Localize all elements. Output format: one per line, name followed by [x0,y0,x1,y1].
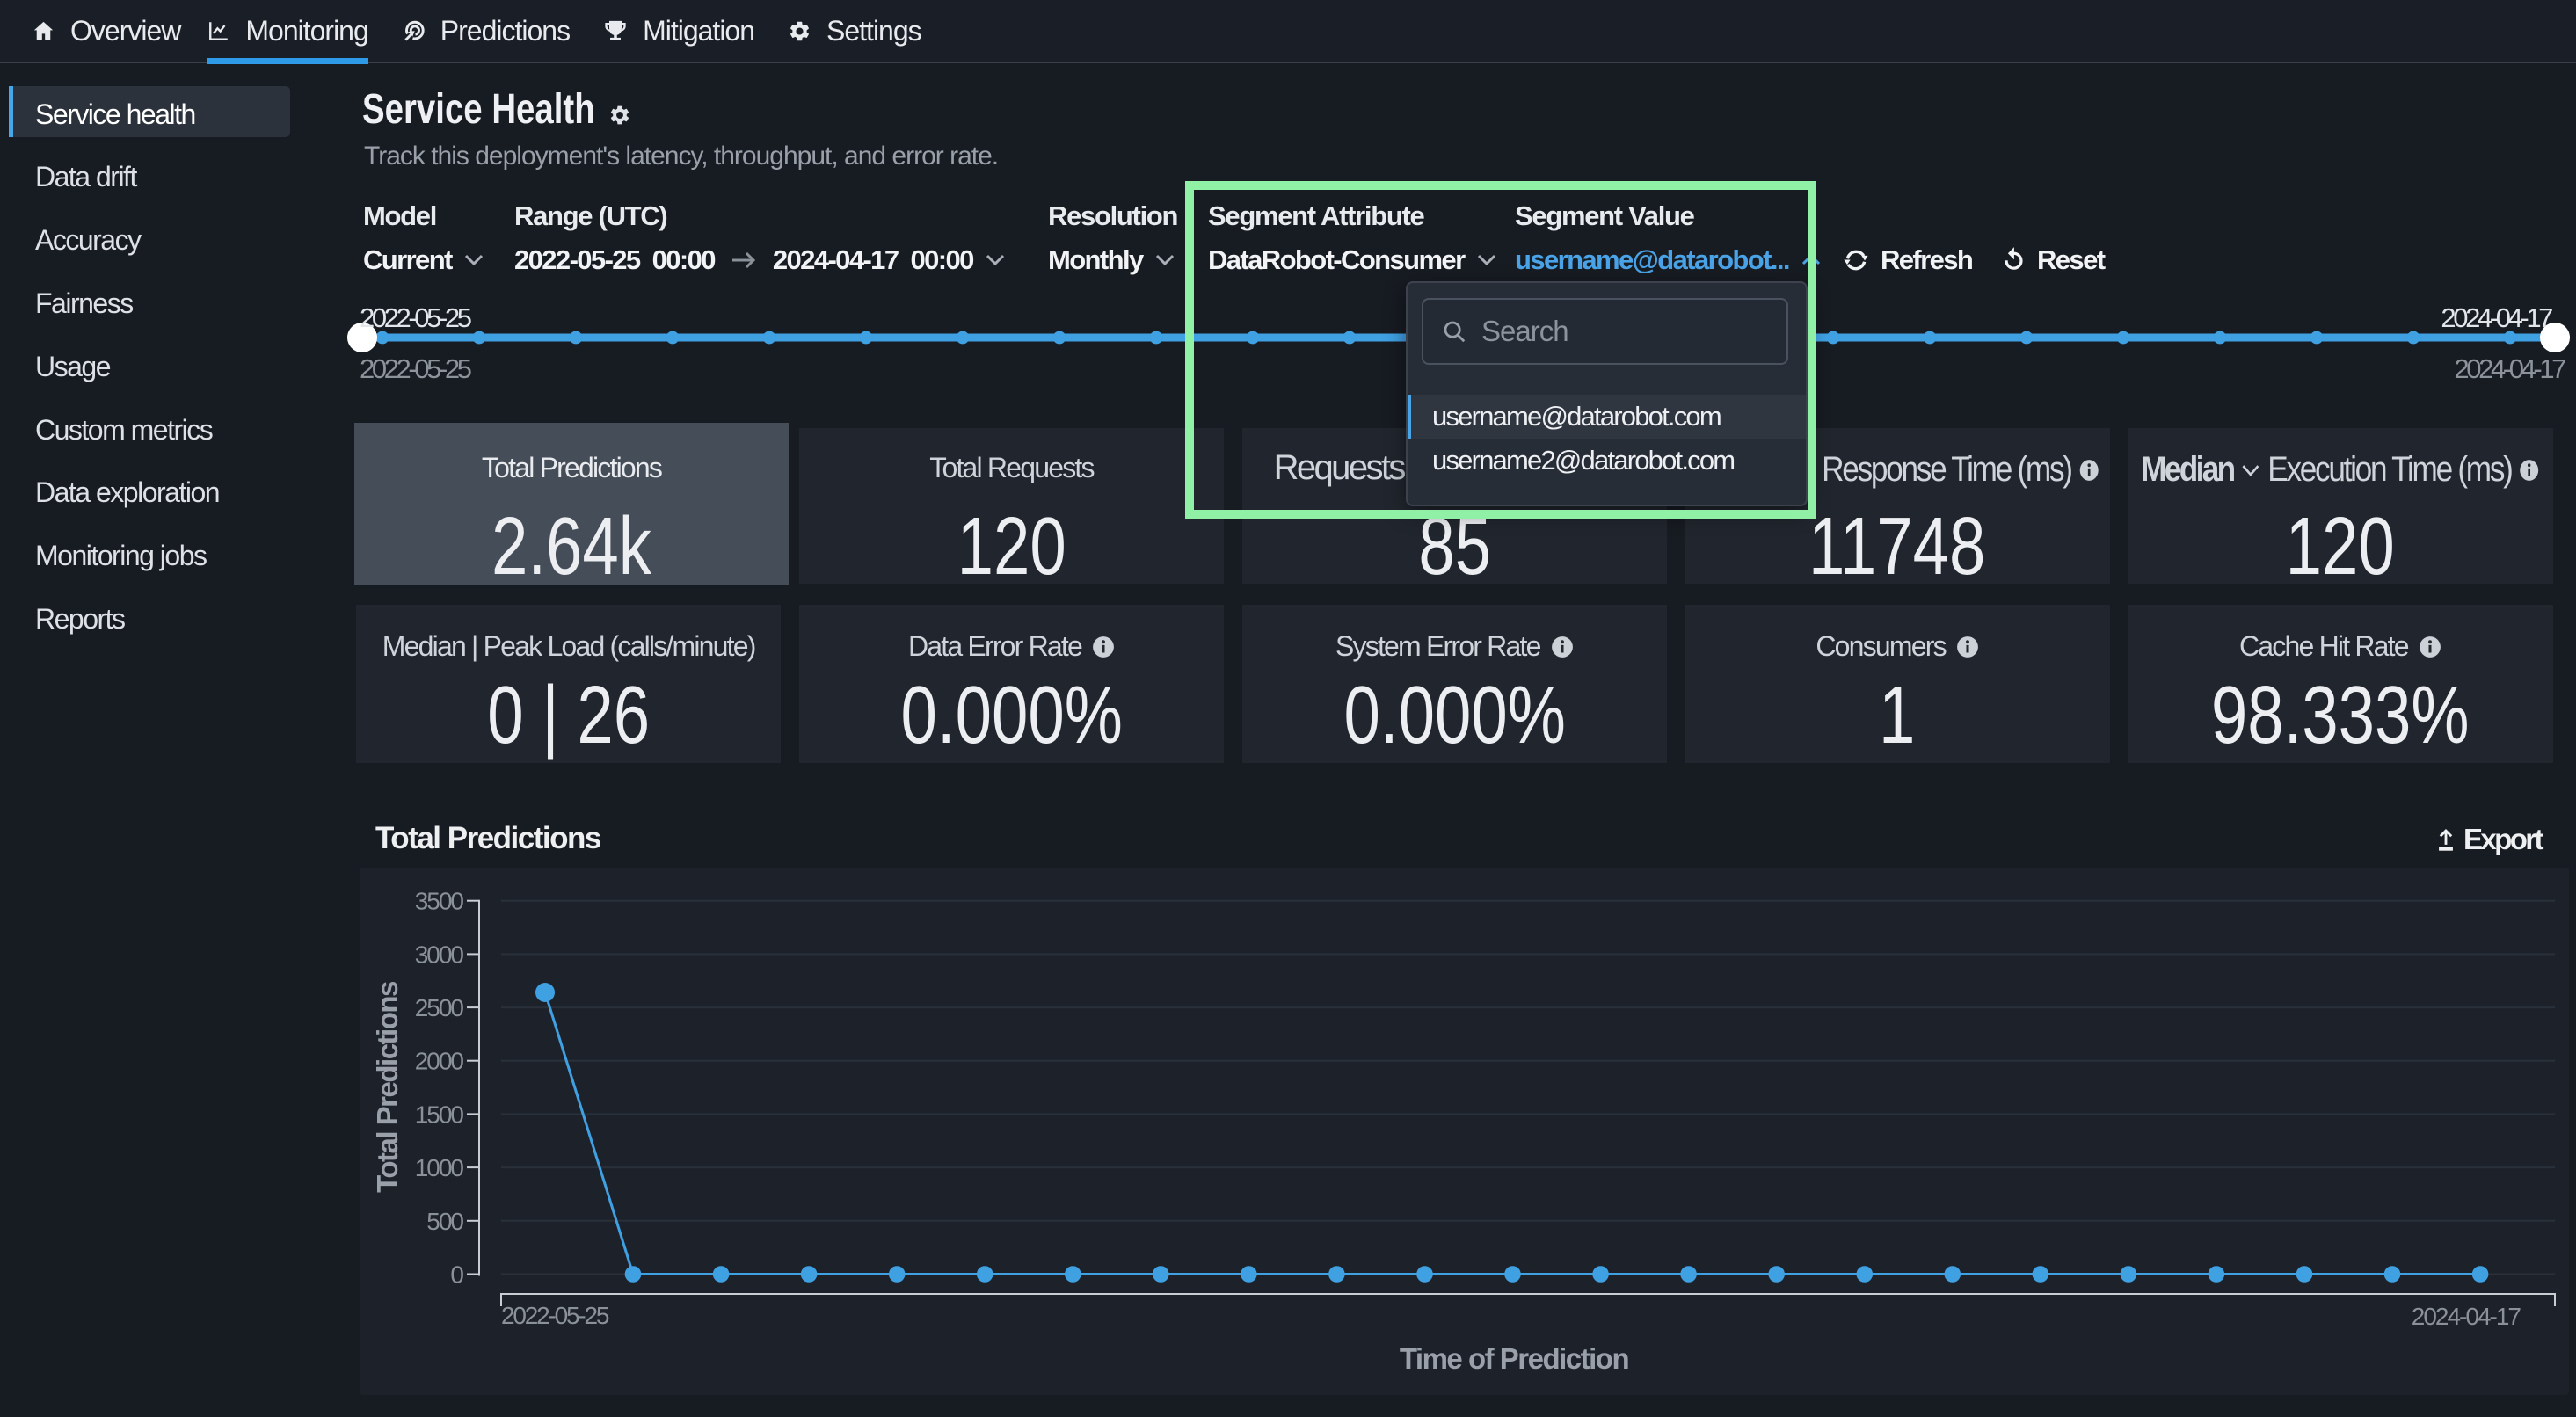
svg-text:0: 0 [450,1261,463,1289]
svg-text:500: 500 [426,1208,463,1235]
svg-text:1000: 1000 [415,1154,464,1181]
svg-text:Total Predictions: Total Predictions [371,982,404,1193]
svg-text:Time of Prediction: Time of Prediction [1400,1342,1629,1375]
svg-text:2024-04-17: 2024-04-17 [2412,1303,2521,1330]
svg-text:2022-05-25: 2022-05-25 [501,1302,609,1329]
svg-text:2000: 2000 [415,1048,464,1075]
svg-text:1500: 1500 [415,1101,464,1128]
svg-text:2500: 2500 [415,994,464,1021]
svg-text:3000: 3000 [415,941,464,968]
svg-text:3500: 3500 [415,888,464,915]
